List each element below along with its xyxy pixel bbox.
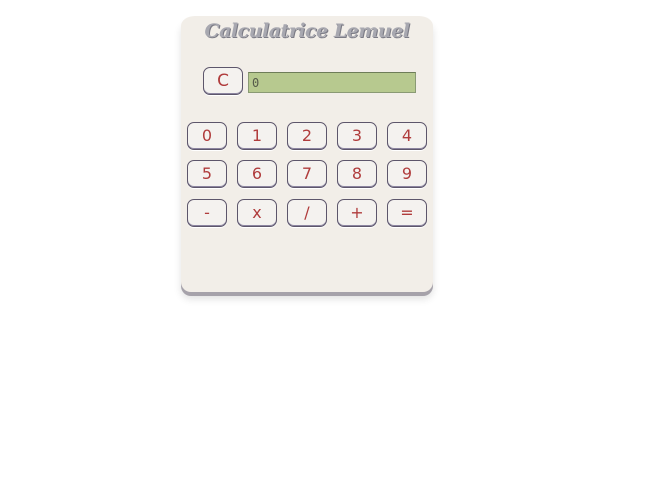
calculator-display[interactable] bbox=[248, 72, 416, 93]
digit-row-2: 5 6 7 8 9 bbox=[187, 160, 429, 190]
multiply-button[interactable]: x bbox=[237, 199, 277, 227]
key-5[interactable]: 5 bbox=[187, 160, 227, 188]
calculator-panel: Calculatrice Lemuel C 0 1 2 3 4 5 6 7 8 … bbox=[181, 16, 433, 292]
key-4[interactable]: 4 bbox=[387, 122, 427, 150]
divide-button[interactable]: / bbox=[287, 199, 327, 227]
key-1[interactable]: 1 bbox=[237, 122, 277, 150]
key-8[interactable]: 8 bbox=[337, 160, 377, 188]
add-button[interactable]: + bbox=[337, 199, 377, 227]
key-3[interactable]: 3 bbox=[337, 122, 377, 150]
equals-button[interactable]: = bbox=[387, 199, 427, 227]
key-7[interactable]: 7 bbox=[287, 160, 327, 188]
operator-row: - x / + = bbox=[187, 199, 429, 229]
digit-row-1: 0 1 2 3 4 bbox=[187, 122, 429, 152]
key-6[interactable]: 6 bbox=[237, 160, 277, 188]
clear-button[interactable]: C bbox=[203, 67, 243, 95]
app-title: Calculatrice Lemuel bbox=[204, 20, 410, 42]
key-9[interactable]: 9 bbox=[387, 160, 427, 188]
key-0[interactable]: 0 bbox=[187, 122, 227, 150]
subtract-button[interactable]: - bbox=[187, 199, 227, 227]
key-2[interactable]: 2 bbox=[287, 122, 327, 150]
